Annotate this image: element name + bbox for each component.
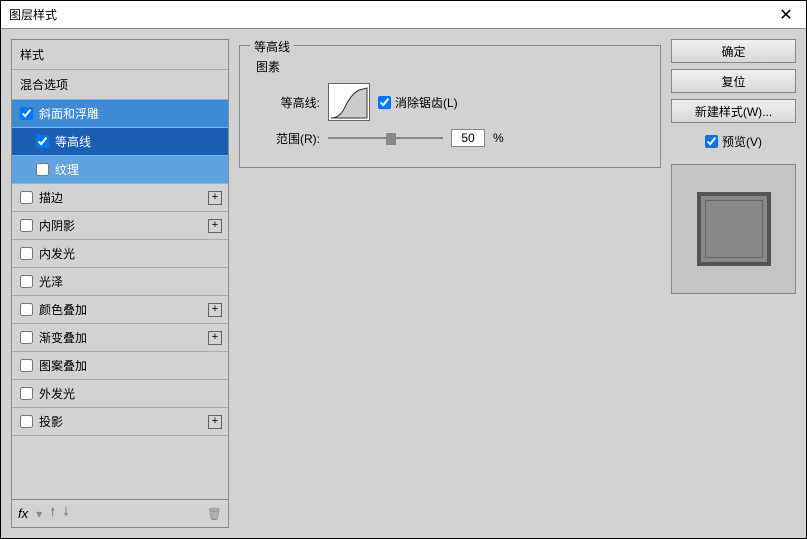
range-label: 范围(R):: [264, 130, 320, 147]
close-button[interactable]: ✕: [766, 1, 806, 29]
style-check-innershadow[interactable]: [20, 219, 33, 232]
preview-box: [671, 164, 796, 294]
style-item-gradientoverlay[interactable]: 渐变叠加 +: [12, 324, 228, 352]
style-check-stroke[interactable]: [20, 191, 33, 204]
sidebar-footer: fx ▾ 🠕 🠗 🗑: [12, 499, 228, 527]
style-label: 图案叠加: [39, 357, 87, 374]
contour-row: 等高线: 消除锯齿(L): [264, 83, 648, 121]
add-coloroverlay-button[interactable]: +: [208, 303, 222, 317]
style-item-dropshadow[interactable]: 投影 +: [12, 408, 228, 436]
style-label: 内阴影: [39, 217, 75, 234]
sub-title: 图素: [256, 58, 648, 75]
group-title: 等高线: [250, 38, 294, 55]
antialias-label: 消除锯齿(L): [395, 94, 458, 111]
antialias-wrap: 消除锯齿(L): [378, 94, 458, 111]
style-item-innerglow[interactable]: 内发光: [12, 240, 228, 268]
style-check-coloroverlay[interactable]: [20, 303, 33, 316]
styles-sidebar: 样式 混合选项 斜面和浮雕 等高线 纹理 描边 +: [11, 39, 229, 528]
ok-button[interactable]: 确定: [671, 39, 796, 63]
style-item-stroke[interactable]: 描边 +: [12, 184, 228, 212]
arrow-down-icon[interactable]: 🠗: [63, 503, 68, 524]
style-label: 颜色叠加: [39, 301, 87, 318]
fx-dropdown-icon[interactable]: ▾: [36, 507, 42, 521]
dialog-body: 样式 混合选项 斜面和浮雕 等高线 纹理 描边 +: [1, 29, 806, 538]
style-check-contour[interactable]: [36, 135, 49, 148]
antialias-checkbox[interactable]: [378, 96, 391, 109]
preview-checkbox[interactable]: [705, 135, 718, 148]
style-item-coloroverlay[interactable]: 颜色叠加 +: [12, 296, 228, 324]
preview-swatch: [697, 192, 771, 266]
style-item-patternoverlay[interactable]: 图案叠加: [12, 352, 228, 380]
style-check-outerglow[interactable]: [20, 387, 33, 400]
range-slider[interactable]: [328, 131, 443, 145]
style-check-texture[interactable]: [36, 163, 49, 176]
actions-panel: 确定 复位 新建样式(W)... 预览(V): [671, 39, 796, 528]
styles-header[interactable]: 样式: [12, 40, 228, 70]
reset-button[interactable]: 复位: [671, 69, 796, 93]
style-item-texture[interactable]: 纹理: [12, 156, 228, 184]
preview-toggle: 预览(V): [671, 133, 796, 150]
range-row: 范围(R): %: [264, 129, 648, 147]
trash-icon[interactable]: 🗑: [207, 507, 222, 521]
window-title: 图层样式: [9, 6, 766, 23]
add-innershadow-button[interactable]: +: [208, 219, 222, 233]
settings-panel: 等高线 图素 等高线: 消除锯齿(L) 范围(R):: [239, 39, 661, 528]
style-item-bevel[interactable]: 斜面和浮雕: [12, 100, 228, 128]
style-label: 内发光: [39, 245, 75, 262]
slider-thumb[interactable]: [386, 133, 396, 145]
arrow-up-icon[interactable]: 🠕: [50, 503, 55, 524]
contour-label: 等高线:: [264, 94, 320, 111]
style-check-dropshadow[interactable]: [20, 415, 33, 428]
add-stroke-button[interactable]: +: [208, 191, 222, 205]
range-unit: %: [493, 131, 504, 145]
style-check-patternoverlay[interactable]: [20, 359, 33, 372]
blending-options-header[interactable]: 混合选项: [12, 70, 228, 100]
preview-label: 预览(V): [722, 133, 762, 150]
style-label: 斜面和浮雕: [39, 105, 99, 122]
styles-list: 样式 混合选项 斜面和浮雕 等高线 纹理 描边 +: [12, 40, 228, 499]
fx-label[interactable]: fx: [18, 506, 28, 521]
style-label: 纹理: [55, 161, 79, 178]
range-input[interactable]: [451, 129, 485, 147]
style-check-bevel[interactable]: [20, 107, 33, 120]
style-check-satin[interactable]: [20, 275, 33, 288]
style-item-contour[interactable]: 等高线: [12, 128, 228, 156]
titlebar: 图层样式 ✕: [1, 1, 806, 29]
add-gradientoverlay-button[interactable]: +: [208, 331, 222, 345]
style-check-innerglow[interactable]: [20, 247, 33, 260]
new-style-button[interactable]: 新建样式(W)...: [671, 99, 796, 123]
style-item-satin[interactable]: 光泽: [12, 268, 228, 296]
style-label: 光泽: [39, 273, 63, 290]
style-label: 渐变叠加: [39, 329, 87, 346]
style-label: 描边: [39, 189, 63, 206]
style-label: 等高线: [55, 133, 91, 150]
contour-group: 等高线 图素 等高线: 消除锯齿(L) 范围(R):: [239, 45, 661, 168]
style-label: 投影: [39, 413, 63, 430]
add-dropshadow-button[interactable]: +: [208, 415, 222, 429]
layer-style-dialog: 图层样式 ✕ 样式 混合选项 斜面和浮雕 等高线 纹理: [0, 0, 807, 539]
style-item-innershadow[interactable]: 内阴影 +: [12, 212, 228, 240]
style-item-outerglow[interactable]: 外发光: [12, 380, 228, 408]
contour-picker[interactable]: [328, 83, 370, 121]
style-check-gradientoverlay[interactable]: [20, 331, 33, 344]
style-label: 外发光: [39, 385, 75, 402]
